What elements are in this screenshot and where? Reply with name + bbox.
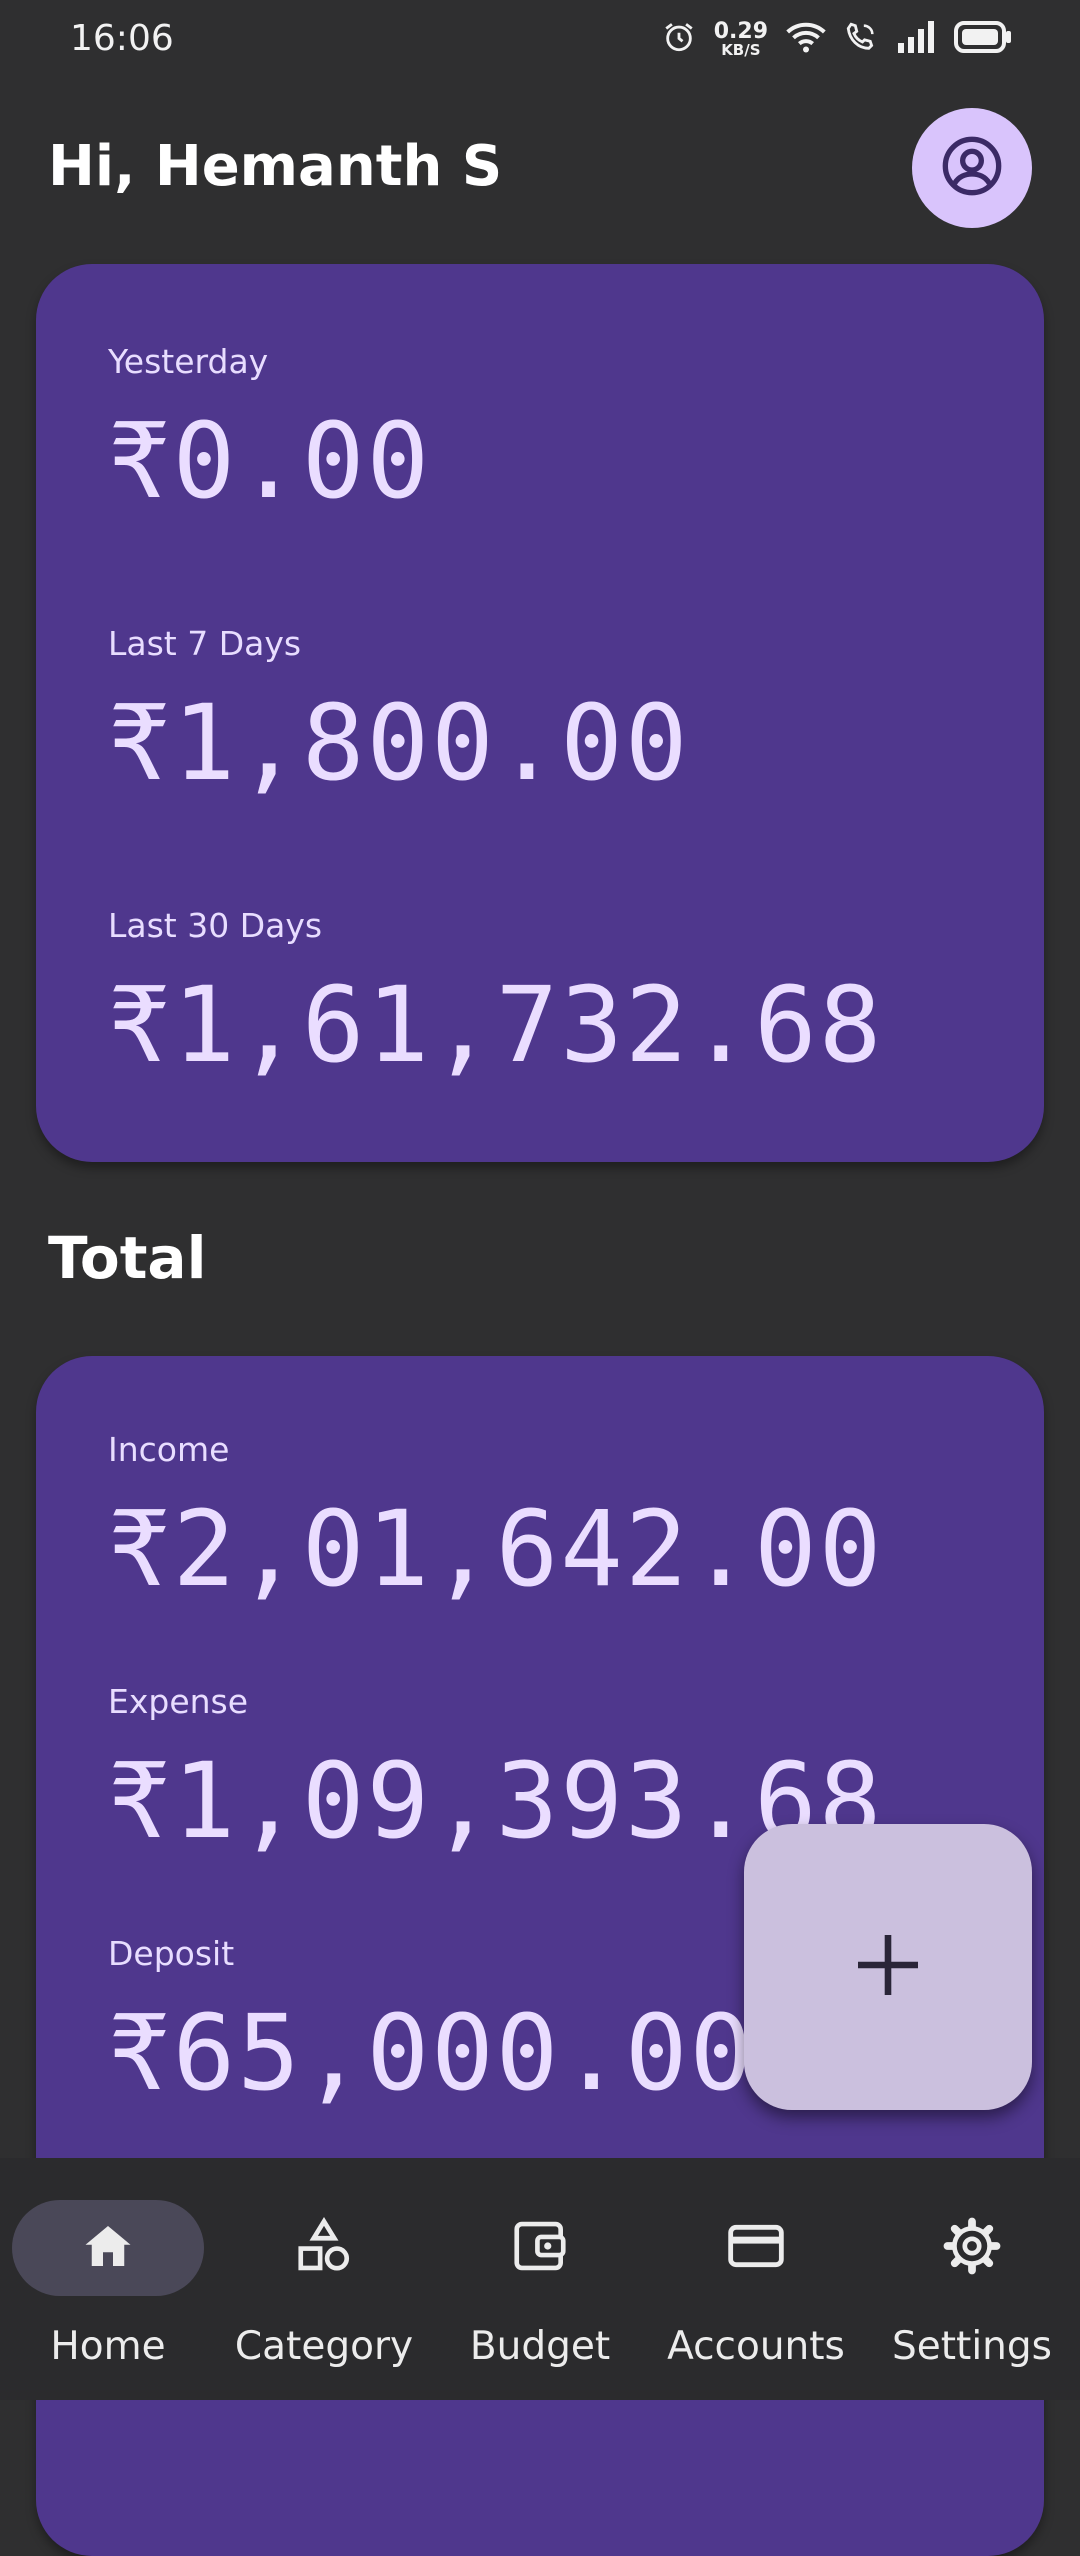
stat-label: Income — [108, 1430, 230, 1469]
nav-icon-holder — [660, 2200, 852, 2296]
nav-item-budget[interactable]: Budget — [432, 2158, 648, 2400]
signal-icon — [896, 21, 936, 57]
stat-income: Income ₹2,01,642.00 — [108, 1430, 883, 1601]
stat-label: Yesterday — [108, 342, 269, 381]
stat-value: ₹2,01,642.00 — [108, 1488, 884, 1610]
nav-label: Budget — [469, 2324, 611, 2369]
nav-item-category[interactable]: Category — [216, 2158, 432, 2400]
stat-label: Expense — [108, 1682, 249, 1721]
battery-icon — [954, 21, 1012, 57]
stat-value: ₹1,800.00 — [108, 682, 690, 804]
summary-card: Yesterday ₹0.00 Last 7 Days ₹1,800.00 La… — [36, 264, 1044, 1162]
nav-label: Home — [50, 2324, 166, 2369]
nav-item-settings[interactable]: Settings — [864, 2158, 1080, 2400]
wallet-icon — [509, 2215, 571, 2281]
plus-icon — [852, 1929, 924, 2005]
account-circle-icon — [940, 134, 1004, 202]
stat-label: Last 7 Days — [108, 624, 302, 663]
shapes-icon — [293, 2215, 355, 2281]
stat-value: ₹1,61,732.68 — [108, 964, 884, 1086]
stat-last-7-days: Last 7 Days ₹1,800.00 — [108, 624, 690, 795]
stat-last-30-days: Last 30 Days ₹1,61,732.68 — [108, 906, 883, 1077]
nav-icon-holder — [228, 2200, 420, 2296]
alarm-icon — [662, 20, 696, 58]
add-transaction-button[interactable] — [744, 1824, 1032, 2110]
profile-button[interactable] — [912, 108, 1032, 228]
credit-card-icon — [724, 2214, 788, 2282]
section-title-total: Total — [48, 1224, 207, 1292]
nav-icon-holder — [876, 2200, 1068, 2296]
wifi-icon — [786, 20, 826, 58]
nav-label: Accounts — [667, 2324, 845, 2369]
stat-value: ₹65,000.00 — [108, 1992, 755, 2114]
status-icons: 0.29 KB/S — [662, 20, 1012, 58]
gear-icon — [941, 2215, 1003, 2281]
home-icon — [78, 2216, 138, 2280]
status-bar: 16:06 0.29 KB/S — [0, 0, 1080, 84]
nav-label: Settings — [892, 2324, 1052, 2369]
nav-active-indicator — [12, 2200, 204, 2296]
stat-yesterday: Yesterday ₹0.00 — [108, 342, 431, 513]
wifi-calling-icon — [844, 20, 878, 58]
stat-deposit: Deposit ₹65,000.00 — [108, 1934, 754, 2105]
stat-label: Last 30 Days — [108, 906, 323, 945]
stat-label: Deposit — [108, 1934, 235, 1973]
greeting-title: Hi, Hemanth S — [48, 134, 503, 199]
nav-item-accounts[interactable]: Accounts — [648, 2158, 864, 2400]
status-time: 16:06 — [70, 18, 174, 59]
bottom-navigation: Home Category Budget Accounts Settings — [0, 2158, 1080, 2400]
stat-value: ₹0.00 — [108, 400, 432, 522]
nav-item-home[interactable]: Home — [0, 2158, 216, 2400]
net-speed: 0.29 KB/S — [713, 18, 768, 59]
nav-icon-holder — [444, 2200, 636, 2296]
stat-expense: Expense ₹1,09,393.68 — [108, 1682, 883, 1853]
nav-label: Category — [234, 2324, 414, 2369]
